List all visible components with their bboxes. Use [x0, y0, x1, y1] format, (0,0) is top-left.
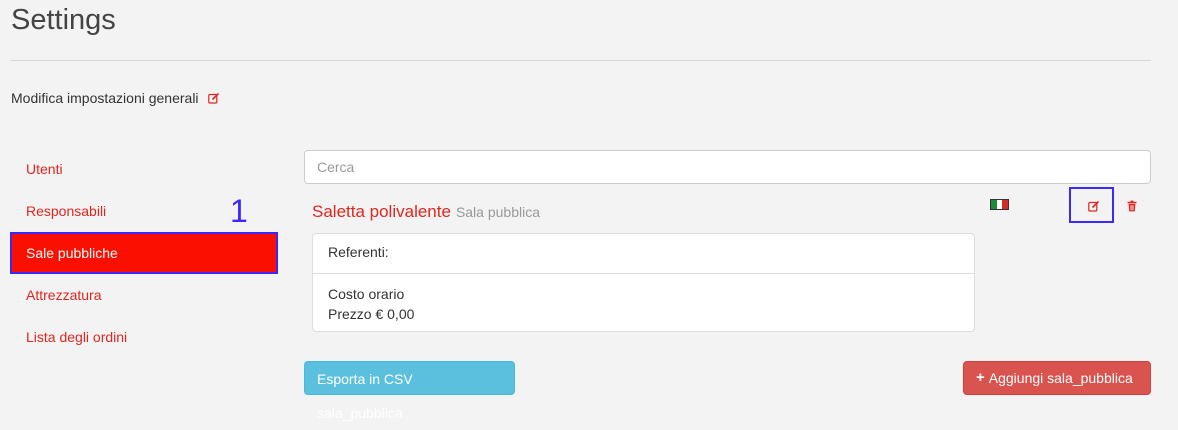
- cost-label: Costo orario: [328, 286, 405, 302]
- export-csv-button[interactable]: Esporta in CSV sala_pubblica: [304, 361, 515, 421]
- export-csv-label: Esporta in CSV sala_pubblica: [317, 371, 413, 421]
- referents-section: Referenti:: [313, 234, 974, 274]
- settings-sidebar: Utenti Responsabili Sale pubbliche Attre…: [10, 148, 278, 358]
- edit-icon[interactable]: [1087, 199, 1101, 213]
- price-label: Prezzo € 0,00: [328, 306, 415, 322]
- item-heading: Saletta polivalente Sala pubblica: [312, 202, 540, 222]
- edit-general-settings-icon[interactable]: [207, 91, 221, 105]
- title-divider: [10, 60, 1151, 61]
- italy-flag-icon: [990, 199, 1009, 210]
- plus-icon: +: [976, 369, 985, 386]
- general-settings-label: Modifica impostazioni generali: [11, 90, 199, 106]
- sidebar-item-attrezzatura[interactable]: Attrezzatura: [10, 274, 278, 316]
- trash-icon[interactable]: [1126, 199, 1138, 212]
- annotation-number-1: 1: [230, 193, 248, 229]
- add-sala-pubblica-label: Aggiungi sala_pubblica: [988, 370, 1133, 386]
- cost-section: Costo orario Prezzo € 0,00: [313, 274, 974, 324]
- referents-label: Referenti:: [328, 244, 389, 260]
- add-sala-pubblica-button[interactable]: + Aggiungi sala_pubblica: [963, 361, 1151, 395]
- page-title: Settings: [11, 4, 116, 36]
- general-settings-row: Modifica impostazioni generali: [11, 90, 221, 106]
- sidebar-item-utenti[interactable]: Utenti: [10, 148, 278, 190]
- sidebar-item-sale-pubbliche[interactable]: Sale pubbliche: [10, 232, 278, 274]
- item-details-card: Referenti: Costo orario Prezzo € 0,00: [312, 233, 975, 332]
- item-type: Sala pubblica: [455, 204, 540, 220]
- item-name: Saletta polivalente: [312, 202, 451, 221]
- search-input[interactable]: [304, 150, 1151, 184]
- sidebar-item-lista-ordini[interactable]: Lista degli ordini: [10, 316, 278, 358]
